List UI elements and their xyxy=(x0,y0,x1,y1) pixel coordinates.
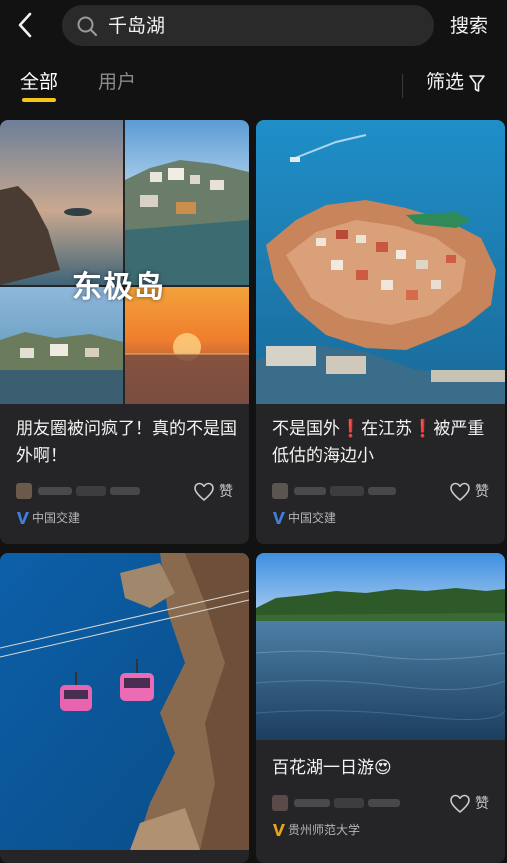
verified-v-icon xyxy=(273,512,285,524)
filter-funnel-icon[interactable] xyxy=(468,74,486,94)
heart-icon xyxy=(450,794,470,813)
badge-text: 贵州师范大学 xyxy=(288,823,361,837)
tab-bar: 全部 用户 筛选 xyxy=(0,62,507,108)
card-title: 百花湖一日游😍 xyxy=(272,758,392,778)
search-input[interactable]: 千岛湖 xyxy=(62,5,434,46)
card-title: 不是国外❗在江苏❗被严重低估的海边小 xyxy=(272,419,485,466)
note-card[interactable]: 东极岛 朋友圈被问疯了！真的不是国外啊！ 赞 中国交建 xyxy=(0,120,249,544)
like-label: 赞 xyxy=(475,484,489,500)
tab-users[interactable]: 用户 xyxy=(98,70,136,94)
search-icon xyxy=(77,16,98,37)
cable-car-cover-image xyxy=(0,553,249,850)
cover-caption-text: 东极岛 xyxy=(72,270,165,305)
search-button[interactable]: 搜索 xyxy=(450,14,488,38)
like-button[interactable]: 赞 xyxy=(449,793,495,815)
back-arrow-icon[interactable] xyxy=(14,11,38,39)
heart-icon xyxy=(194,482,214,501)
blurred-author-name xyxy=(16,483,140,499)
top-bar: 千岛湖 搜索 xyxy=(0,0,507,52)
badge-text: 中国交建 xyxy=(32,511,81,525)
search-query-text: 千岛湖 xyxy=(108,15,166,37)
like-button[interactable]: 赞 xyxy=(193,481,239,503)
island-cover-image xyxy=(256,120,505,404)
lake-cover-image xyxy=(256,553,505,740)
filter-button[interactable]: 筛选 xyxy=(426,70,464,94)
like-button[interactable]: 赞 xyxy=(449,481,495,503)
verified-v-icon xyxy=(273,824,285,836)
heart-icon xyxy=(450,482,470,501)
tab-divider xyxy=(402,74,403,98)
collage-cover-image xyxy=(0,120,249,404)
card-title: 朋友圈被问疯了！真的不是国外啊！ xyxy=(16,419,237,466)
blurred-author-name xyxy=(272,795,400,811)
note-card[interactable]: 不是国外❗在江苏❗被严重低估的海边小 赞 中国交建 xyxy=(256,120,505,544)
verified-v-icon xyxy=(17,512,29,524)
like-label: 赞 xyxy=(219,484,233,500)
blurred-author-name xyxy=(272,483,396,499)
tab-all[interactable]: 全部 xyxy=(20,70,58,94)
badge-text: 中国交建 xyxy=(288,511,337,525)
note-card[interactable] xyxy=(0,553,249,863)
note-card[interactable]: 百花湖一日游😍 赞 贵州师范大学 xyxy=(256,553,505,863)
like-label: 赞 xyxy=(475,796,489,812)
active-tab-indicator xyxy=(22,98,56,102)
